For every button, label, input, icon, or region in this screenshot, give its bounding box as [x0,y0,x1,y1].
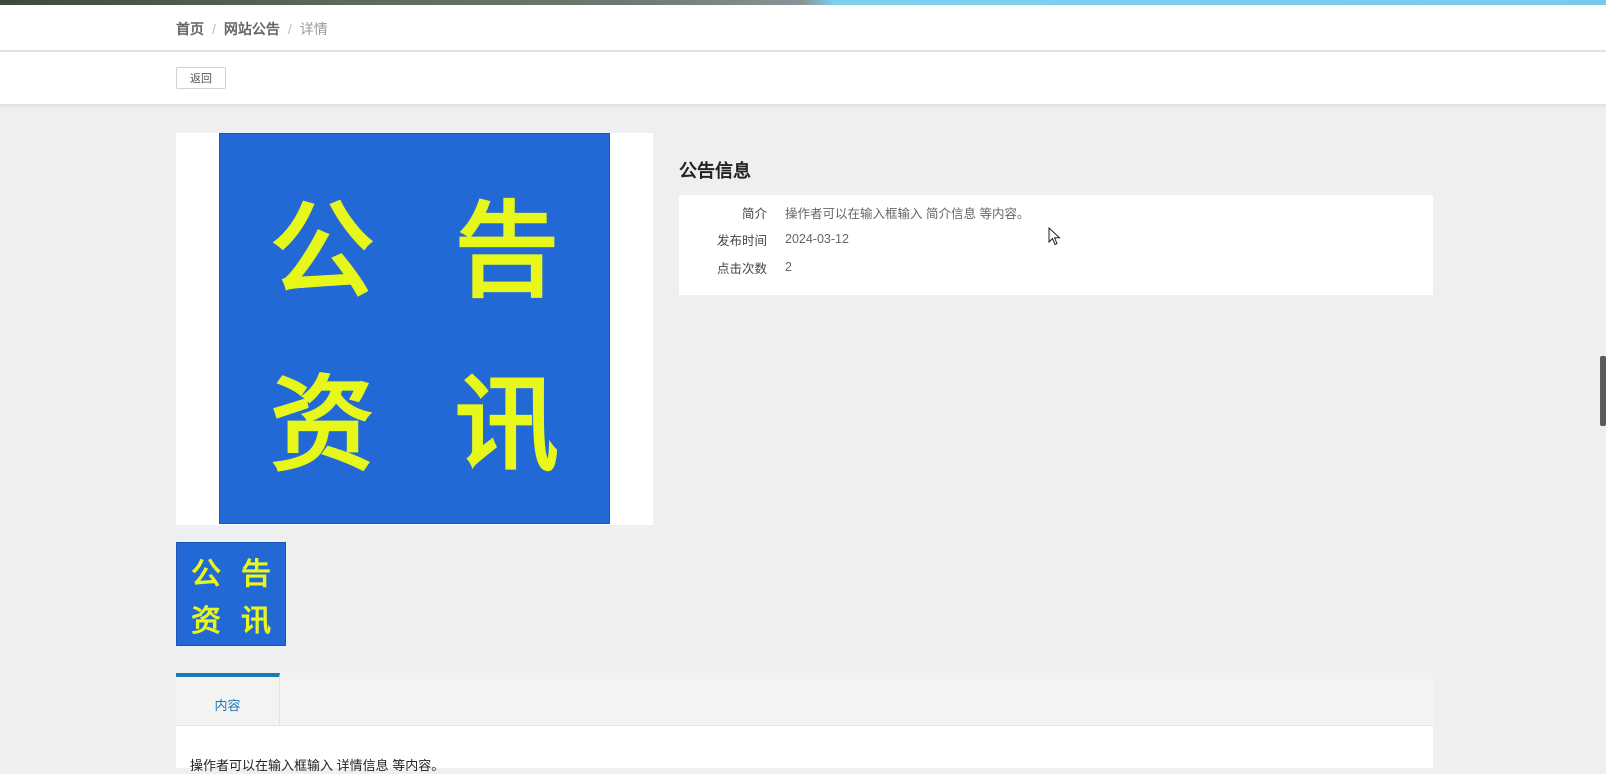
thumbnail-char: 告 [241,556,271,592]
poster-char: 公 [270,189,375,312]
info-value: 2 [785,260,792,274]
tab-content[interactable]: 内容 [176,673,280,725]
content-text: 操作者可以在输入框输入 详情信息 等内容。 [190,758,445,773]
notice-main-image: 公 告 资 讯 [219,133,610,524]
info-label: 简介 [741,206,767,221]
breadcrumb-bar: 首页 / 网站公告 / 详情 [0,5,1606,52]
breadcrumb-separator: / [212,21,216,37]
back-button[interactable]: 返回 [176,67,226,89]
main-image-container: 公 告 资 讯 [176,133,653,525]
info-value: 操作者可以在输入框输入 简介信息 等内容。 [785,206,1030,221]
poster-char: 资 [270,364,375,487]
toolbar: 返回 [0,52,1606,104]
breadcrumb-section[interactable]: 网站公告 [224,19,280,39]
poster-char: 告 [454,189,559,312]
thumbnail-char: 讯 [241,603,271,639]
info-label: 点击次数 [716,261,767,276]
scrollbar-thumb[interactable] [1600,356,1606,426]
tab-bar: 内容 [176,673,1433,726]
info-value: 2024-03-12 [785,232,849,246]
breadcrumb-separator: / [287,21,292,37]
notice-thumbnail[interactable]: 公 告 资 讯 [176,542,286,646]
breadcrumb: 首页 / 网站公告 / 详情 [176,19,328,39]
breadcrumb-current: 详情 [299,21,328,37]
info-title: 公告信息 [679,161,751,181]
info-label: 发布时间 [716,233,767,248]
info-row-summary: 简介 操作者可以在输入框输入 简介信息 等内容。 [679,202,1433,222]
info-row-click-count: 点击次数 2 [679,257,1433,277]
thumbnail-char: 公 [191,556,221,592]
mouse-cursor-icon [1048,227,1061,246]
poster-char: 讯 [454,364,559,487]
breadcrumb-home[interactable]: 首页 [176,19,204,39]
thumbnail-char: 资 [191,603,221,639]
content-area: 操作者可以在输入框输入 详情信息 等内容。 [176,726,1433,773]
